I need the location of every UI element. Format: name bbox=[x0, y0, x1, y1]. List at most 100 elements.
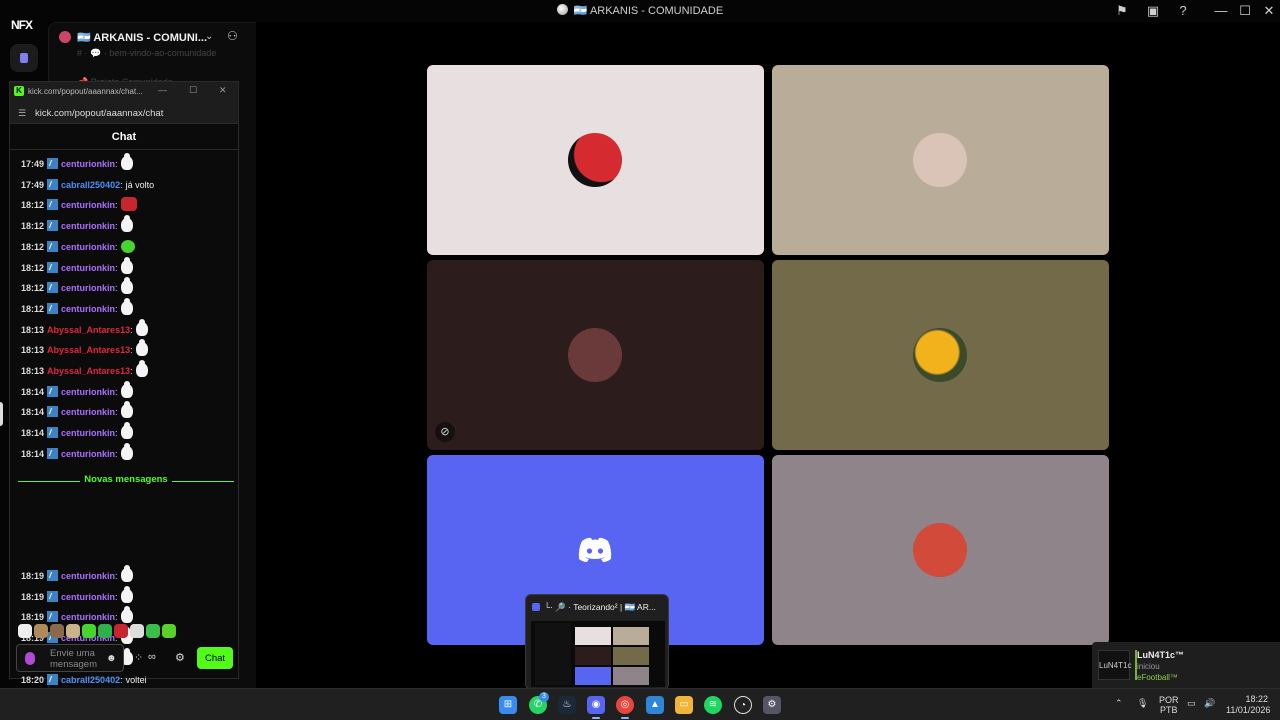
message-time: 18:12 bbox=[21, 262, 45, 273]
message-username[interactable]: centurionkin bbox=[61, 571, 115, 581]
channel-item[interactable]: # · 💬 · bem-vindo-ao-comunidade bbox=[77, 48, 216, 59]
user-avatar[interactable] bbox=[568, 328, 622, 382]
window-title-text: 🇦🇷 ARKANIS - COMUNIDADE bbox=[573, 5, 724, 17]
kick-chat-popout: K kick.com/popout/aaannax/chat... — ☐ ✕ … bbox=[9, 81, 239, 685]
emote-icon[interactable] bbox=[66, 623, 80, 638]
message-username[interactable]: centurionkin bbox=[61, 387, 115, 397]
chat-input-placeholder: Envie uma mensagem bbox=[50, 648, 97, 670]
clock[interactable]: 18:22 11/01/2026 bbox=[1226, 694, 1270, 716]
preview-thumbnail[interactable] bbox=[531, 621, 665, 687]
popout-minimize-button[interactable]: — bbox=[158, 85, 167, 95]
help-icon[interactable]: ? bbox=[1175, 3, 1191, 19]
infinity-icon[interactable]: ∞ bbox=[148, 651, 156, 663]
inbox-icon[interactable]: ▣ bbox=[1145, 3, 1161, 19]
microphone-icon[interactable] bbox=[25, 652, 35, 665]
video-tile[interactable] bbox=[772, 455, 1109, 645]
emote-icon[interactable] bbox=[130, 623, 144, 638]
microphone-tray-icon[interactable]: 🎙 bbox=[1137, 698, 1148, 709]
badge-icon bbox=[47, 220, 59, 232]
message-username[interactable]: centurionkin bbox=[61, 159, 115, 169]
message-text: voltei bbox=[125, 674, 147, 685]
site-settings-icon[interactable]: ☰ bbox=[18, 108, 26, 119]
chevron-up-icon[interactable]: ⌃ bbox=[1115, 698, 1123, 709]
minimize-button[interactable]: — bbox=[1213, 3, 1229, 19]
volume-icon[interactable]: 🔊 bbox=[1204, 698, 1215, 709]
emote-icon bbox=[120, 197, 137, 212]
flag-icon[interactable]: ⚑ bbox=[1114, 3, 1130, 19]
message-username[interactable]: centurionkin bbox=[61, 407, 115, 417]
video-tile[interactable] bbox=[772, 65, 1109, 255]
network-icon[interactable]: ▭ bbox=[1187, 698, 1196, 709]
badge-icon bbox=[47, 261, 59, 273]
maximize-button[interactable]: ☐ bbox=[1237, 3, 1253, 19]
badge-icon bbox=[47, 673, 59, 685]
emote-icon[interactable] bbox=[146, 623, 160, 638]
message-username[interactable]: centurionkin bbox=[61, 592, 115, 602]
gear-icon[interactable]: ⚙ bbox=[175, 651, 185, 664]
emote-icon[interactable] bbox=[18, 623, 32, 638]
message-username[interactable]: Abyssal_Antares13 bbox=[47, 325, 130, 335]
direct-messages-icon[interactable] bbox=[10, 44, 38, 72]
keyboard-layout: PTB bbox=[1160, 705, 1178, 715]
video-tile[interactable]: ⊘ bbox=[427, 260, 764, 450]
message-time: 18:14 bbox=[21, 428, 45, 439]
address-bar[interactable]: ☰ kick.com/popout/aaannax/chat bbox=[10, 102, 238, 124]
user-avatar[interactable] bbox=[913, 328, 967, 382]
message-username[interactable]: Abyssal_Antares13 bbox=[47, 345, 130, 355]
emote-quickbar[interactable] bbox=[18, 622, 178, 638]
photos-icon[interactable]: ▲ bbox=[646, 696, 664, 714]
emote-icon[interactable] bbox=[162, 623, 176, 638]
chrome-icon[interactable]: ◎ bbox=[616, 696, 634, 719]
notification-toast[interactable]: LuN4T1c LuN4T1c™ iniciou eFootball™ bbox=[1092, 642, 1280, 688]
start-icon[interactable]: ⊞ bbox=[499, 696, 517, 714]
new-messages-label: Novas mensagens bbox=[80, 474, 172, 485]
message-username[interactable]: centurionkin bbox=[61, 200, 115, 210]
message-username[interactable]: Abyssal_Antares13 bbox=[47, 366, 130, 376]
send-chat-button[interactable]: Chat bbox=[197, 647, 233, 669]
taskbar-preview[interactable]: └· 🔎 · Teorizando² | 🇦🇷 AR... bbox=[525, 594, 669, 690]
message-time: 18:14 bbox=[21, 407, 45, 418]
message-username[interactable]: centurionkin bbox=[61, 304, 115, 314]
chat-message: 18:12 centurionkin: bbox=[21, 256, 133, 276]
app-icon[interactable]: ◔ bbox=[734, 696, 752, 714]
chat-message: 18:19centurionkin: bbox=[21, 585, 133, 605]
steam-icon[interactable]: ♨ bbox=[558, 696, 576, 714]
discord-taskbar-icon[interactable]: ◉ bbox=[587, 696, 605, 719]
emote-icon[interactable] bbox=[34, 623, 48, 638]
message-username[interactable]: centurionkin bbox=[61, 221, 115, 231]
folder-icon[interactable]: ▭ bbox=[675, 696, 693, 714]
message-username[interactable]: centurionkin bbox=[61, 612, 115, 622]
message-username[interactable]: cabrall250402 bbox=[61, 675, 120, 685]
emote-icon[interactable] bbox=[50, 623, 64, 638]
user-avatar[interactable] bbox=[568, 133, 622, 187]
emote-icon[interactable] bbox=[82, 623, 96, 638]
emote-icon[interactable] bbox=[114, 623, 128, 638]
message-username[interactable]: centurionkin bbox=[61, 283, 115, 293]
add-user-icon[interactable]: ⚇ bbox=[227, 29, 238, 43]
message-username[interactable]: centurionkin bbox=[61, 263, 115, 273]
close-button[interactable]: ✕ bbox=[1261, 3, 1277, 19]
user-avatar[interactable] bbox=[913, 523, 967, 577]
message-username[interactable]: centurionkin bbox=[61, 428, 115, 438]
spotify-icon[interactable]: ≋ bbox=[704, 696, 722, 714]
chat-message: 17:49 cabrall250402: já volto bbox=[21, 178, 155, 190]
emote-icon[interactable] bbox=[98, 623, 112, 638]
settings-icon[interactable]: ⚙ bbox=[763, 696, 781, 714]
video-tile[interactable] bbox=[427, 65, 764, 255]
chat-input[interactable]: Envie uma mensagem ☻ bbox=[16, 644, 124, 672]
popout-close-button[interactable]: ✕ bbox=[219, 85, 227, 96]
server-name[interactable]: 🇦🇷 ARKANIS - COMUNI... bbox=[59, 31, 207, 44]
chat-message: 18:12 centurionkin: bbox=[21, 297, 133, 317]
emoji-icon[interactable]: ☻ bbox=[106, 653, 117, 664]
popout-maximize-button[interactable]: ☐ bbox=[189, 85, 197, 96]
message-username[interactable]: centurionkin bbox=[61, 449, 115, 459]
message-username[interactable]: centurionkin bbox=[61, 242, 115, 252]
emote-picker-icon[interactable]: ⁘ bbox=[134, 651, 143, 664]
message-username[interactable]: cabrall250402 bbox=[61, 180, 120, 190]
video-tile[interactable] bbox=[772, 260, 1109, 450]
badge-icon bbox=[47, 282, 59, 294]
chevron-down-icon[interactable]: ⌄ bbox=[205, 31, 213, 42]
user-avatar[interactable] bbox=[913, 133, 967, 187]
language-indicator[interactable]: POR PTB bbox=[1159, 695, 1179, 715]
emote-icon bbox=[120, 256, 133, 274]
